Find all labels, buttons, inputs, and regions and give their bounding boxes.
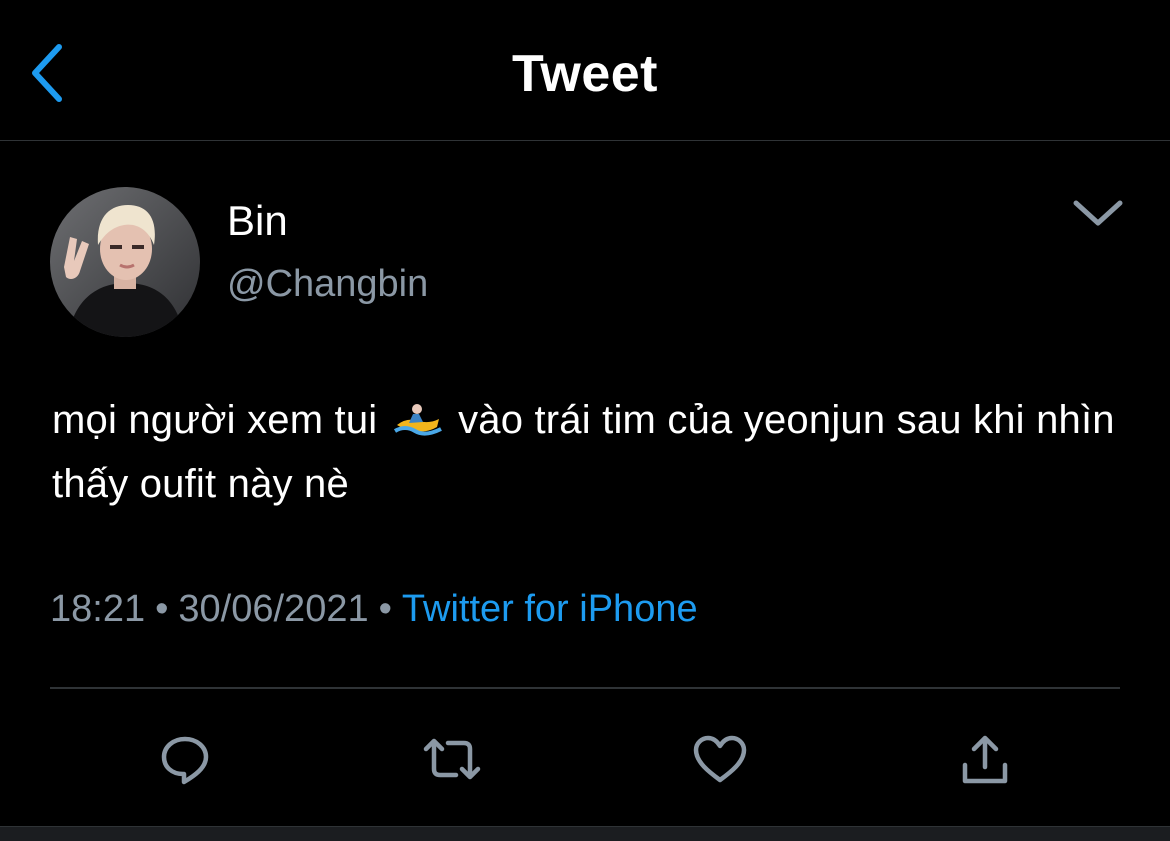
like-button[interactable]	[685, 722, 755, 796]
display-name[interactable]: Bin	[227, 196, 288, 246]
tweet-time: 18:21	[50, 588, 146, 630]
tweet-source-link[interactable]: Twitter for iPhone	[402, 588, 698, 630]
user-handle[interactable]: @Changbin	[227, 261, 428, 307]
tweet-text-part-1: mọi người xem tui	[52, 398, 378, 442]
retweet-button[interactable]	[417, 722, 487, 796]
page-title: Tweet	[511, 45, 658, 103]
chevron-down-icon	[1073, 200, 1123, 226]
share-button[interactable]	[950, 722, 1020, 796]
separator-dot: •	[155, 588, 169, 630]
retweet-icon	[423, 738, 481, 780]
avatar[interactable]	[50, 187, 200, 337]
top-bar: Tweet	[0, 0, 1170, 141]
divider	[50, 687, 1120, 689]
share-icon	[962, 735, 1008, 784]
surfing-emoji-icon	[393, 404, 442, 436]
action-bar	[0, 722, 1170, 796]
reply-icon	[161, 736, 209, 785]
avatar-photo	[50, 187, 200, 337]
more-options-button[interactable]	[1068, 190, 1128, 236]
bottom-bar	[0, 826, 1170, 841]
tweet-text: mọi người xem tui vào trái tim của yeonj…	[52, 388, 1142, 516]
reply-button[interactable]	[150, 722, 220, 796]
heart-icon	[693, 735, 747, 783]
tweet-metadata: 18:21 • 30/06/2021 • Twitter for iPhone	[50, 584, 698, 634]
tweet-date: 30/06/2021	[178, 588, 369, 630]
separator-dot: •	[378, 588, 392, 630]
